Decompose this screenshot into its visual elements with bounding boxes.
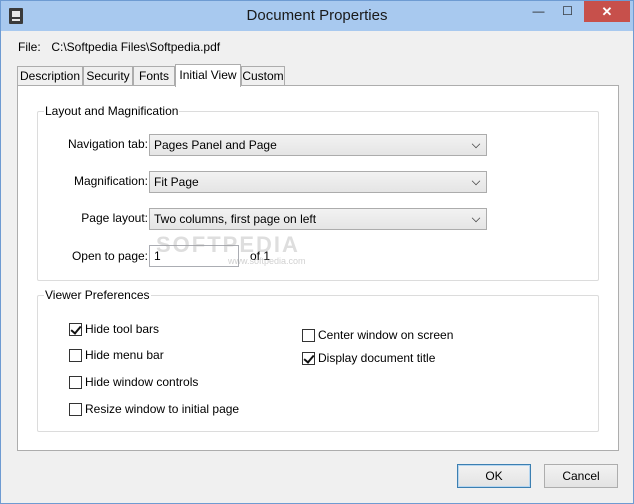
initial-view-panel: Layout and Magnification Navigation tab:… [17, 85, 619, 451]
tab-fonts[interactable]: Fonts [133, 66, 175, 86]
minimize-button[interactable]: — [525, 1, 552, 22]
hide-tool-bars-label: Hide tool bars [85, 322, 160, 336]
navigation-tab-label: Navigation tab: [67, 137, 148, 151]
tab-description[interactable]: Description [17, 66, 83, 86]
viewer-group-title: Viewer Preferences [44, 288, 151, 302]
checkbox-unchecked-icon [69, 349, 82, 362]
maximize-button[interactable]: ☐ [554, 1, 581, 22]
tab-initial-view[interactable]: Initial View [175, 64, 241, 87]
magnification-label: Magnification: [73, 174, 148, 188]
tab-custom[interactable]: Custom [241, 66, 285, 86]
navigation-tab-value: Pages Panel and Page [154, 138, 277, 152]
hide-window-controls-label: Hide window controls [85, 375, 199, 389]
chevron-down-icon [471, 176, 481, 186]
cancel-button[interactable]: Cancel [544, 464, 618, 488]
magnification-value: Fit Page [154, 175, 199, 189]
checkbox-checked-icon [69, 323, 82, 336]
viewer-preferences-group: Viewer Preferences Hide tool bars Hide m… [37, 288, 599, 432]
hide-menu-bar-label: Hide menu bar [85, 348, 164, 362]
layout-magnification-group: Layout and Magnification Navigation tab:… [37, 104, 599, 281]
open-to-page-input[interactable]: 1 [149, 245, 239, 267]
checkbox-unchecked-icon [69, 403, 82, 416]
center-window-label: Center window on screen [318, 328, 454, 342]
tab-security[interactable]: Security [83, 66, 133, 86]
navigation-tab-select[interactable]: Pages Panel and Page [149, 134, 487, 156]
close-button[interactable]: ✕ [584, 1, 630, 22]
display-document-title-label: Display document title [318, 351, 436, 365]
checkbox-checked-icon [302, 352, 315, 365]
page-layout-select[interactable]: Two columns, first page on left [149, 208, 487, 230]
document-properties-window: Document Properties — ☐ ✕ File: C:\Softp… [0, 0, 634, 504]
checkbox-unchecked-icon [69, 376, 82, 389]
open-to-page-label: Open to page: [71, 249, 148, 263]
page-layout-label: Page layout: [81, 211, 148, 225]
chevron-down-icon [471, 213, 481, 223]
file-path: C:\Softpedia Files\Softpedia.pdf [51, 40, 221, 54]
file-label: File: [18, 40, 41, 54]
chevron-down-icon [471, 139, 481, 149]
checkbox-unchecked-icon [302, 329, 315, 342]
file-row: File: C:\Softpedia Files\Softpedia.pdf [18, 40, 220, 54]
page-count-text: of 1 [250, 249, 271, 263]
layout-group-title: Layout and Magnification [44, 104, 180, 118]
magnification-select[interactable]: Fit Page [149, 171, 487, 193]
ok-button[interactable]: OK [457, 464, 531, 488]
title-bar[interactable]: Document Properties — ☐ ✕ [1, 1, 633, 31]
resize-window-label: Resize window to initial page [85, 402, 240, 416]
page-layout-value: Two columns, first page on left [154, 212, 317, 226]
